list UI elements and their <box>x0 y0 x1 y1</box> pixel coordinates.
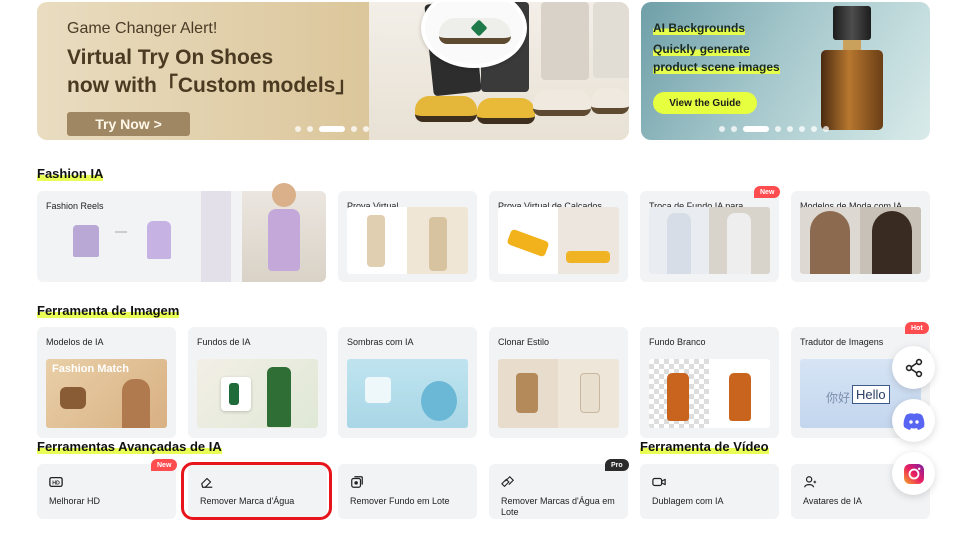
prova-virtual-image <box>347 207 468 274</box>
banner-title-line1: Virtual Try On Shoes <box>67 46 274 69</box>
banner-alert-text: Game Changer Alert! <box>67 20 218 37</box>
instagram-icon <box>903 463 924 484</box>
fundos-de-ia-image <box>197 359 318 428</box>
banner-carousel-dots[interactable] <box>295 126 369 132</box>
banner-title: Virtual Try On Shoes now with「Custom mod… <box>67 44 397 100</box>
fundo-branco-image <box>649 359 770 428</box>
card-modelos-de-ia[interactable]: Modelos de IA Fashion Match <box>37 327 176 438</box>
card-fundo-branco[interactable]: Fundo Branco <box>640 327 779 438</box>
new-badge: New <box>754 186 781 198</box>
banner-title-line2: now with「Custom models」 <box>67 74 357 97</box>
discord-icon <box>903 412 924 430</box>
card-fundos-de-ia[interactable]: Fundos de IA <box>188 327 327 438</box>
try-now-button[interactable]: Try Now > <box>67 112 190 136</box>
section-title-fashion: Fashion IA <box>37 166 104 181</box>
card-sombras-com-ia[interactable]: Sombras com IA <box>338 327 477 438</box>
view-guide-button[interactable]: View the Guide <box>653 92 757 114</box>
troca-de-fundo-image <box>649 207 770 274</box>
fashion-reels-strip <box>201 191 231 282</box>
batch-remove-icon <box>351 476 363 488</box>
tool-label: Remover Marca d'Água <box>200 496 295 506</box>
ai-backgrounds-banner[interactable]: AI Backgrounds Quickly generate product … <box>641 2 930 140</box>
card-clonar-estilo[interactable]: Clonar Estilo <box>489 327 628 438</box>
page: Game Changer Alert! Virtual Try On Shoes… <box>0 0 960 536</box>
fashion-match-text: Fashion Match <box>52 363 130 375</box>
share-button[interactable] <box>892 346 935 389</box>
tool-melhorar-hd[interactable]: New HD Melhorar HD <box>37 459 178 519</box>
instagram-button[interactable] <box>892 452 935 495</box>
section-title-image-tools: Ferramenta de Imagem <box>37 303 180 318</box>
eraser-icon <box>201 477 213 488</box>
modelos-de-ia-image: Fashion Match <box>46 359 167 428</box>
perfume-bottle-image <box>821 6 883 130</box>
side-banner-line2: Quickly generate <box>653 42 750 56</box>
svg-text:HD: HD <box>52 481 60 487</box>
new-badge: New <box>151 459 178 471</box>
card-label: Sombras com IA <box>347 337 414 347</box>
side-banner-heading: AI Backgrounds <box>653 21 746 35</box>
card-prova-virtual-calcados[interactable]: Prova Virtual de Calçados <box>489 191 628 282</box>
card-label: Fundo Branco <box>649 337 706 347</box>
card-label: Fashion Reels <box>46 201 104 211</box>
hd-icon: HD <box>49 476 63 488</box>
batch-eraser-icon <box>501 475 515 488</box>
side-banner-line3: product scene images <box>653 60 780 74</box>
clonar-estilo-image <box>498 359 619 428</box>
tool-dublagem-com-ia[interactable]: Dublagem com IA <box>640 464 779 519</box>
card-modelos-de-moda[interactable]: Modelos de Moda com IA <box>791 191 930 282</box>
discord-button[interactable] <box>892 399 935 442</box>
card-label: Modelos de IA <box>46 337 104 347</box>
hot-badge: Hot <box>905 322 929 334</box>
card-prova-virtual[interactable]: Prova Virtual <box>338 191 477 282</box>
hello-text: Hello <box>852 385 890 404</box>
modelos-de-moda-image <box>800 207 921 274</box>
tool-label: Remover Fundo em Lote <box>350 496 450 506</box>
tool-label: Remover Marcas d'Água em Lote <box>501 496 615 517</box>
fashion-reels-model-image <box>242 183 326 282</box>
tool-remover-marca-dagua[interactable]: Remover Marca d'Água <box>188 464 327 519</box>
share-icon <box>905 358 922 377</box>
prova-virtual-calcados-image <box>498 207 619 274</box>
sombras-com-ia-image <box>347 359 468 428</box>
card-troca-de-fundo[interactable]: New Troca de Fundo IA para Modelos <box>640 186 781 282</box>
tool-label: Avatares de IA <box>803 496 862 506</box>
tool-label: Melhorar HD <box>49 496 101 506</box>
chinese-text: 你好 <box>826 391 851 405</box>
side-banner-carousel-dots[interactable] <box>719 126 829 132</box>
fashion-reels-image <box>67 221 187 265</box>
tool-label: Dublagem com IA <box>652 496 724 506</box>
section-title-video-tools: Ferramenta de Vídeo <box>640 439 769 454</box>
card-fashion-reels[interactable]: Fashion Reels <box>37 183 326 282</box>
side-banner-subheading: Quickly generate product scene images <box>653 40 793 76</box>
tool-remover-fundo-em-lote[interactable]: Remover Fundo em Lote <box>338 464 477 519</box>
video-camera-icon <box>652 477 666 487</box>
card-label: Fundos de IA <box>197 337 251 347</box>
pro-badge: Pro <box>605 459 629 471</box>
avatar-icon <box>804 476 817 488</box>
tool-remover-marcas-dagua-em-lote[interactable]: Pro Remover Marcas d'Água em Lote <box>489 459 629 519</box>
virtual-try-on-banner[interactable]: Game Changer Alert! Virtual Try On Shoes… <box>37 2 629 140</box>
section-title-advanced-tools: Ferramentas Avançadas de IA <box>37 439 222 454</box>
card-label: Clonar Estilo <box>498 337 550 347</box>
